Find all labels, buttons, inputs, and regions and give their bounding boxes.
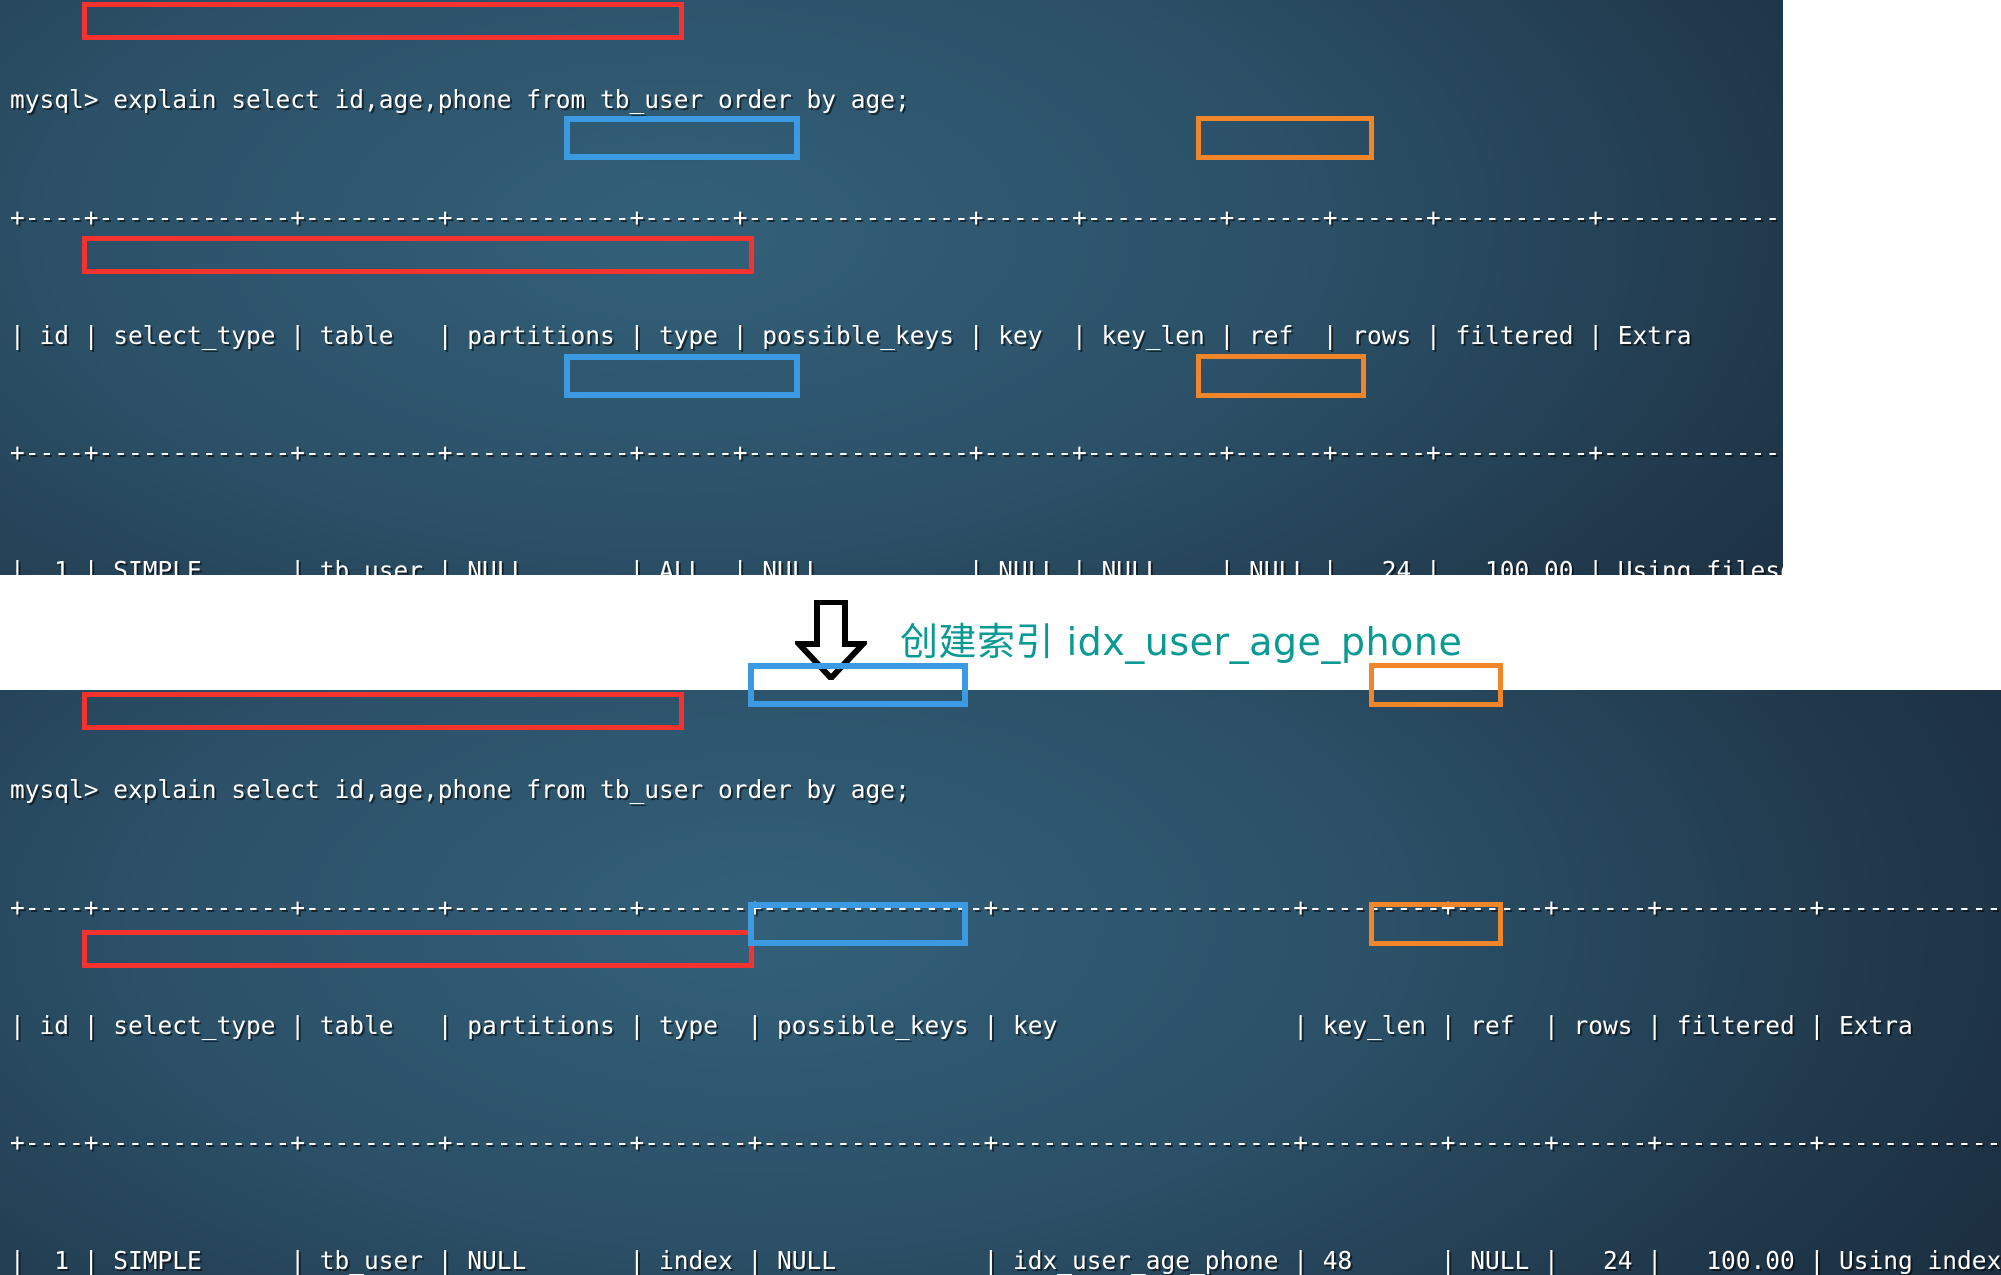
terminal-line: | 1 | SIMPLE | tb_user | NULL | index | … bbox=[10, 1245, 2001, 1275]
terminal-line: | 1 | SIMPLE | tb_user | NULL | ALL | NU… bbox=[10, 555, 1783, 575]
terminal-bottom-lines: mysql> explain select id,age,phone from … bbox=[10, 692, 2001, 1275]
create-index-note: 创建索引 idx_user_age_phone bbox=[900, 620, 1463, 664]
terminal-panel-after-index: mysql> explain select id,age,phone from … bbox=[0, 690, 2001, 1275]
terminal-line: mysql> explain select id,age,phone from … bbox=[10, 775, 910, 805]
terminal-line: +----+-------------+---------+----------… bbox=[10, 203, 1783, 232]
terminal-panel-before-index: mysql> explain select id,age,phone from … bbox=[0, 0, 1783, 575]
terminal-top-lines: mysql> explain select id,age,phone from … bbox=[10, 2, 1783, 575]
terminal-line: +----+-------------+---------+----------… bbox=[10, 893, 2001, 922]
arrow-down-icon bbox=[795, 600, 867, 680]
terminal-line: +----+-------------+---------+----------… bbox=[10, 438, 1783, 468]
terminal-line: | id | select_type | table | partitions … bbox=[10, 320, 1783, 350]
terminal-line: +----+-------------+---------+----------… bbox=[10, 1128, 2001, 1158]
terminal-line: | id | select_type | table | partitions … bbox=[10, 1010, 2001, 1040]
terminal-line: mysql> explain select id,age,phone from … bbox=[10, 85, 910, 115]
